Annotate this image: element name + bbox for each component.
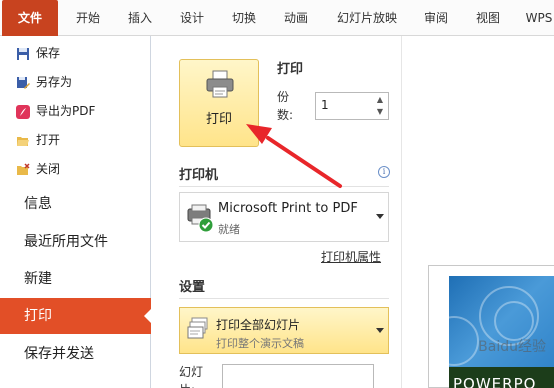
nav-item-label: 关闭	[36, 162, 61, 176]
tab-design[interactable]: 设计	[170, 0, 214, 36]
nav-item-open[interactable]: 打开	[16, 129, 60, 151]
print-preview-area: POWERPO Baidu经验	[401, 36, 554, 388]
tab-file[interactable]: 文件	[2, 0, 58, 38]
nav-item-save-send[interactable]: 保存并发送	[0, 336, 151, 372]
print-range-title: 打印全部幻灯片	[216, 318, 301, 332]
copies-label: 份数:	[277, 90, 294, 122]
tab-insert[interactable]: 插入	[118, 0, 162, 36]
copies-input[interactable]: 1 ▲ ▼	[315, 92, 389, 120]
divider	[179, 298, 389, 299]
nav-item-info[interactable]: 信息	[0, 186, 151, 222]
active-indicator	[144, 308, 152, 324]
nav-item-print[interactable]: 打印	[0, 298, 152, 334]
chevron-down-icon	[376, 328, 384, 333]
nav-item-close[interactable]: 关闭	[16, 158, 60, 180]
print-section-title: 打印	[277, 62, 304, 77]
nav-item-label: 打开	[36, 133, 61, 147]
print-range-desc: 打印整个演示文稿	[216, 337, 304, 350]
nav-item-new[interactable]: 新建	[0, 261, 151, 297]
nav-item-save[interactable]: 保存	[16, 42, 60, 64]
tab-view[interactable]: 视图	[466, 0, 510, 36]
tab-review[interactable]: 审阅	[414, 0, 458, 36]
close-folder-icon	[16, 162, 30, 176]
tab-home[interactable]: 开始	[66, 0, 110, 36]
printer-properties-link[interactable]: 打印机属性	[321, 248, 381, 265]
ribbon-tab-bar: 文件 开始 插入 设计 切换 动画 幻灯片放映 审阅 视图 WPS	[0, 0, 554, 38]
copies-value: 1	[321, 98, 329, 112]
slides-range-input[interactable]	[222, 364, 374, 388]
tab-transitions[interactable]: 切换	[222, 0, 266, 36]
tab-slideshow[interactable]: 幻灯片放映	[329, 0, 405, 36]
slide-thumbnail: POWERPO	[449, 276, 554, 388]
nav-item-label: 保存	[36, 46, 61, 60]
save-as-icon	[16, 75, 30, 89]
nav-item-export-pdf[interactable]: 导出为PDF	[16, 100, 95, 122]
nav-item-label: 打印	[24, 308, 52, 324]
watermark-text: Baidu经验	[478, 339, 546, 355]
nav-item-save-as[interactable]: 另存为	[16, 71, 72, 93]
save-icon	[16, 46, 30, 60]
spin-down-icon[interactable]: ▼	[375, 107, 385, 117]
printer-ready-icon	[187, 204, 214, 233]
print-range-select[interactable]: 打印全部幻灯片 打印整个演示文稿	[179, 307, 389, 354]
settings-section-title: 设置	[179, 280, 206, 295]
printer-name: Microsoft Print to PDF	[218, 201, 358, 216]
spin-up-icon[interactable]: ▲	[375, 95, 385, 105]
printer-section-title: 打印机	[179, 168, 219, 183]
backstage-nav: 保存 另存为 导出为PDF 打开 关闭 信息 最近所用文件 新建 打印 保存并发…	[0, 36, 152, 388]
printer-icon	[206, 70, 234, 98]
slide-title-band: POWERPO	[449, 367, 554, 388]
print-button[interactable]: 打印	[179, 59, 259, 147]
slide-title-text: POWERPO	[453, 375, 537, 388]
print-panel: 打印 打印 份数: 1 ▲ ▼ 打印机 i Microsoft Print to…	[152, 36, 400, 388]
nav-item-recent[interactable]: 最近所用文件	[0, 224, 151, 260]
chevron-down-icon	[376, 214, 384, 219]
print-button-label: 打印	[205, 112, 232, 127]
nav-item-label: 导出为PDF	[36, 104, 96, 118]
pdf-icon	[16, 104, 30, 119]
open-folder-icon	[16, 133, 30, 147]
tab-wps[interactable]: WPS	[519, 0, 554, 36]
slides-range-label: 幻灯片:	[179, 365, 204, 388]
divider	[179, 186, 389, 187]
printer-select[interactable]: Microsoft Print to PDF 就绪	[179, 192, 389, 242]
nav-item-label: 另存为	[36, 75, 73, 89]
info-icon[interactable]: i	[378, 166, 390, 178]
preview-page: POWERPO	[428, 265, 554, 388]
printer-status: 就绪	[218, 223, 240, 236]
slides-icon	[187, 317, 208, 339]
tab-animations[interactable]: 动画	[274, 0, 318, 36]
